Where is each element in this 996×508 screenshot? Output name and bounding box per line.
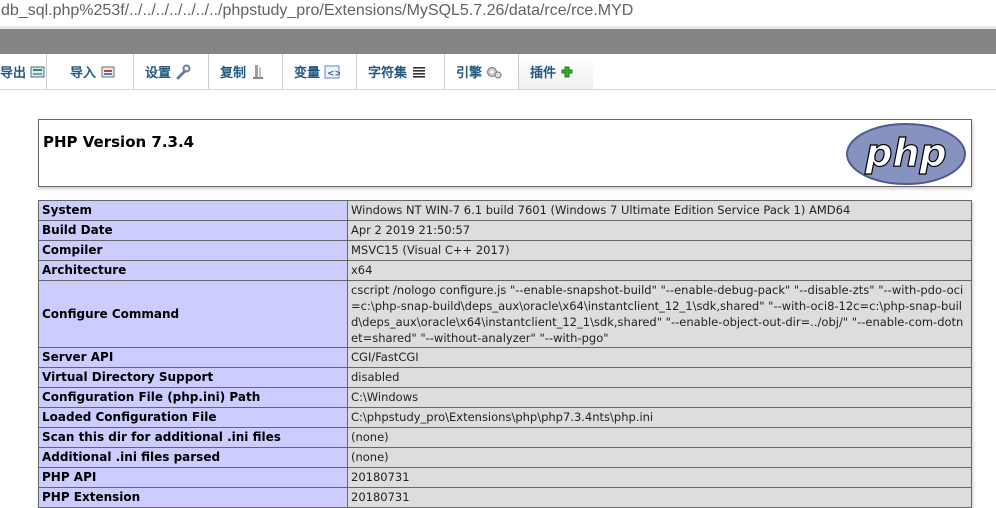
- phpinfo-table: System Windows NT WIN-7 6.1 build 7601 (…: [38, 200, 972, 508]
- row-key: PHP API: [38, 467, 348, 488]
- svg-text:<>: <>: [327, 69, 340, 79]
- import-icon: [100, 64, 116, 80]
- row-value: CGI/FastCGI: [347, 347, 972, 368]
- url-text: db_sql.php%253f/../../../../../../../php…: [1, 2, 634, 19]
- row-key: Build Date: [38, 220, 348, 241]
- table-row: Additional .ini files parsed (none): [38, 447, 972, 468]
- row-value: disabled: [347, 367, 972, 388]
- table-row: Virtual Directory Support disabled: [38, 367, 972, 388]
- table-row: Architecture x64: [38, 260, 972, 281]
- row-key: Additional .ini files parsed: [38, 447, 348, 468]
- tab-plugins-label: 插件: [530, 66, 557, 81]
- row-value: C:\Windows: [347, 387, 972, 408]
- row-value: MSVC15 (Visual C++ 2017): [347, 240, 972, 261]
- row-value: cscript /nologo configure.js "--enable-s…: [347, 280, 972, 348]
- address-bar[interactable]: db_sql.php%253f/../../../../../../../php…: [0, 0, 996, 26]
- row-key: Architecture: [38, 260, 348, 281]
- variables-icon: <>: [324, 64, 342, 80]
- row-key: Scan this dir for additional .ini files: [38, 427, 348, 448]
- row-value: Apr 2 2019 21:50:57: [347, 220, 972, 241]
- tab-settings[interactable]: 设置: [134, 54, 209, 89]
- replication-icon: [250, 64, 266, 80]
- row-key: Configuration File (php.ini) Path: [38, 387, 348, 408]
- charset-icon: [411, 64, 427, 80]
- row-key: Configure Command: [38, 280, 348, 348]
- tab-settings-label: 设置: [145, 66, 172, 81]
- tab-plugins[interactable]: 插件: [519, 54, 593, 89]
- tab-export[interactable]: 导出: [0, 54, 47, 89]
- export-icon: [30, 64, 46, 80]
- php-logo-text: php: [864, 131, 946, 175]
- php-version-header: PHP Version 7.3.4 php: [38, 119, 972, 187]
- row-key: Server API: [38, 347, 348, 368]
- row-value: 20180731: [347, 467, 972, 488]
- tab-import[interactable]: 导入: [59, 54, 134, 89]
- tab-export-label: 导出: [0, 66, 27, 81]
- page-title: PHP Version 7.3.4: [43, 133, 195, 151]
- row-value: C:\phpstudy_pro\Extensions\php\php7.3.4n…: [347, 407, 972, 428]
- row-key: Loaded Configuration File: [38, 407, 348, 428]
- tab-charset-label: 字符集: [368, 66, 408, 81]
- table-row: Scan this dir for additional .ini files …: [38, 427, 972, 448]
- wrench-icon: [175, 64, 191, 80]
- table-row: Configuration File (php.ini) Path C:\Win…: [38, 387, 972, 408]
- table-row: Compiler MSVC15 (Visual C++ 2017): [38, 240, 972, 261]
- php-logo: php: [846, 123, 966, 185]
- tab-charset[interactable]: 字符集: [357, 54, 445, 89]
- table-row: Server API CGI/FastCGI: [38, 347, 972, 368]
- phpinfo-output: PHP Version 7.3.4 php System Windows NT …: [38, 119, 972, 508]
- server-toolbar: 导出 导入 设置 复制 变量 <> 字符集 引擎 插件: [0, 54, 996, 90]
- tab-variables[interactable]: 变量 <>: [283, 54, 357, 89]
- engine-icon: [486, 64, 502, 80]
- table-row: Loaded Configuration File C:\phpstudy_pr…: [38, 407, 972, 428]
- row-key: System: [38, 200, 348, 221]
- row-value: (none): [347, 427, 972, 448]
- tab-engines[interactable]: 引擎: [445, 54, 519, 89]
- tab-replication[interactable]: 复制: [209, 54, 283, 89]
- row-value: (none): [347, 447, 972, 468]
- table-row: Configure Command cscript /nologo config…: [38, 280, 972, 348]
- table-row: System Windows NT WIN-7 6.1 build 7601 (…: [38, 200, 972, 221]
- row-value: x64: [347, 260, 972, 281]
- row-key: Compiler: [38, 240, 348, 261]
- row-key: Virtual Directory Support: [38, 367, 348, 388]
- plugin-icon: [560, 64, 576, 80]
- table-row: PHP API 20180731: [38, 467, 972, 488]
- tab-import-label: 导入: [70, 66, 97, 81]
- tab-variables-label: 变量: [294, 66, 321, 81]
- row-value: Windows NT WIN-7 6.1 build 7601 (Windows…: [347, 200, 972, 221]
- table-row: Build Date Apr 2 2019 21:50:57: [38, 220, 972, 241]
- band-edge: [0, 26, 996, 29]
- tab-replication-label: 复制: [220, 66, 247, 81]
- tab-engines-label: 引擎: [456, 66, 483, 81]
- top-band: [0, 26, 996, 54]
